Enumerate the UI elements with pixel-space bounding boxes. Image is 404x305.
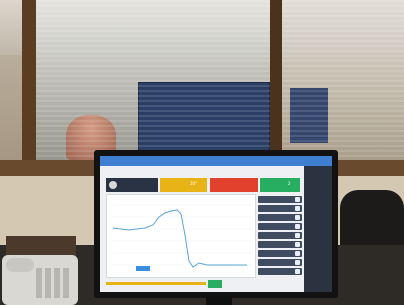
wood-frame-left — [22, 0, 36, 170]
right-sidebar — [304, 166, 332, 292]
desk-item — [6, 236, 76, 256]
header-card-green[interactable]: 2 — [260, 178, 300, 192]
monitor-screen: 20° 2 — [100, 156, 332, 292]
list-row[interactable] — [258, 205, 302, 212]
browser-toolbar[interactable] — [100, 156, 332, 166]
list-row-icon — [295, 242, 300, 247]
status-indicator — [208, 280, 222, 288]
header-card-green-value: 2 — [288, 181, 291, 186]
wood-frame-middle — [270, 0, 282, 170]
list-row[interactable] — [258, 241, 302, 248]
list-row-icon — [295, 269, 300, 274]
list-row[interactable] — [258, 259, 302, 266]
list-row[interactable] — [258, 214, 302, 221]
list-row-icon — [295, 224, 300, 229]
header-card-yellow[interactable]: 20° — [160, 178, 207, 192]
list-row[interactable] — [258, 268, 302, 275]
status-strip — [106, 282, 206, 285]
list-row-icon — [295, 251, 300, 256]
list-row[interactable] — [258, 223, 302, 230]
list-row[interactable] — [258, 196, 302, 203]
list-row[interactable] — [258, 232, 302, 239]
device-list-panel — [258, 194, 302, 276]
chart-panel — [106, 194, 256, 278]
phone-handset — [6, 258, 34, 272]
list-row-icon — [295, 215, 300, 220]
list-row-icon — [295, 233, 300, 238]
phone-keypad — [36, 268, 72, 298]
list-row-icon — [295, 206, 300, 211]
list-row-icon — [295, 197, 300, 202]
logo-icon — [109, 181, 117, 189]
list-row[interactable] — [258, 250, 302, 257]
header-card-yellow-value: 20° — [190, 181, 198, 186]
line-chart — [112, 204, 253, 268]
monitor-stand — [206, 296, 232, 305]
header-card-red[interactable] — [210, 178, 258, 192]
list-row-icon — [295, 260, 300, 265]
header-card-logo — [106, 178, 158, 192]
window-blinds — [36, 0, 404, 160]
chart-series-line — [112, 209, 247, 268]
action-button[interactable] — [136, 266, 150, 271]
